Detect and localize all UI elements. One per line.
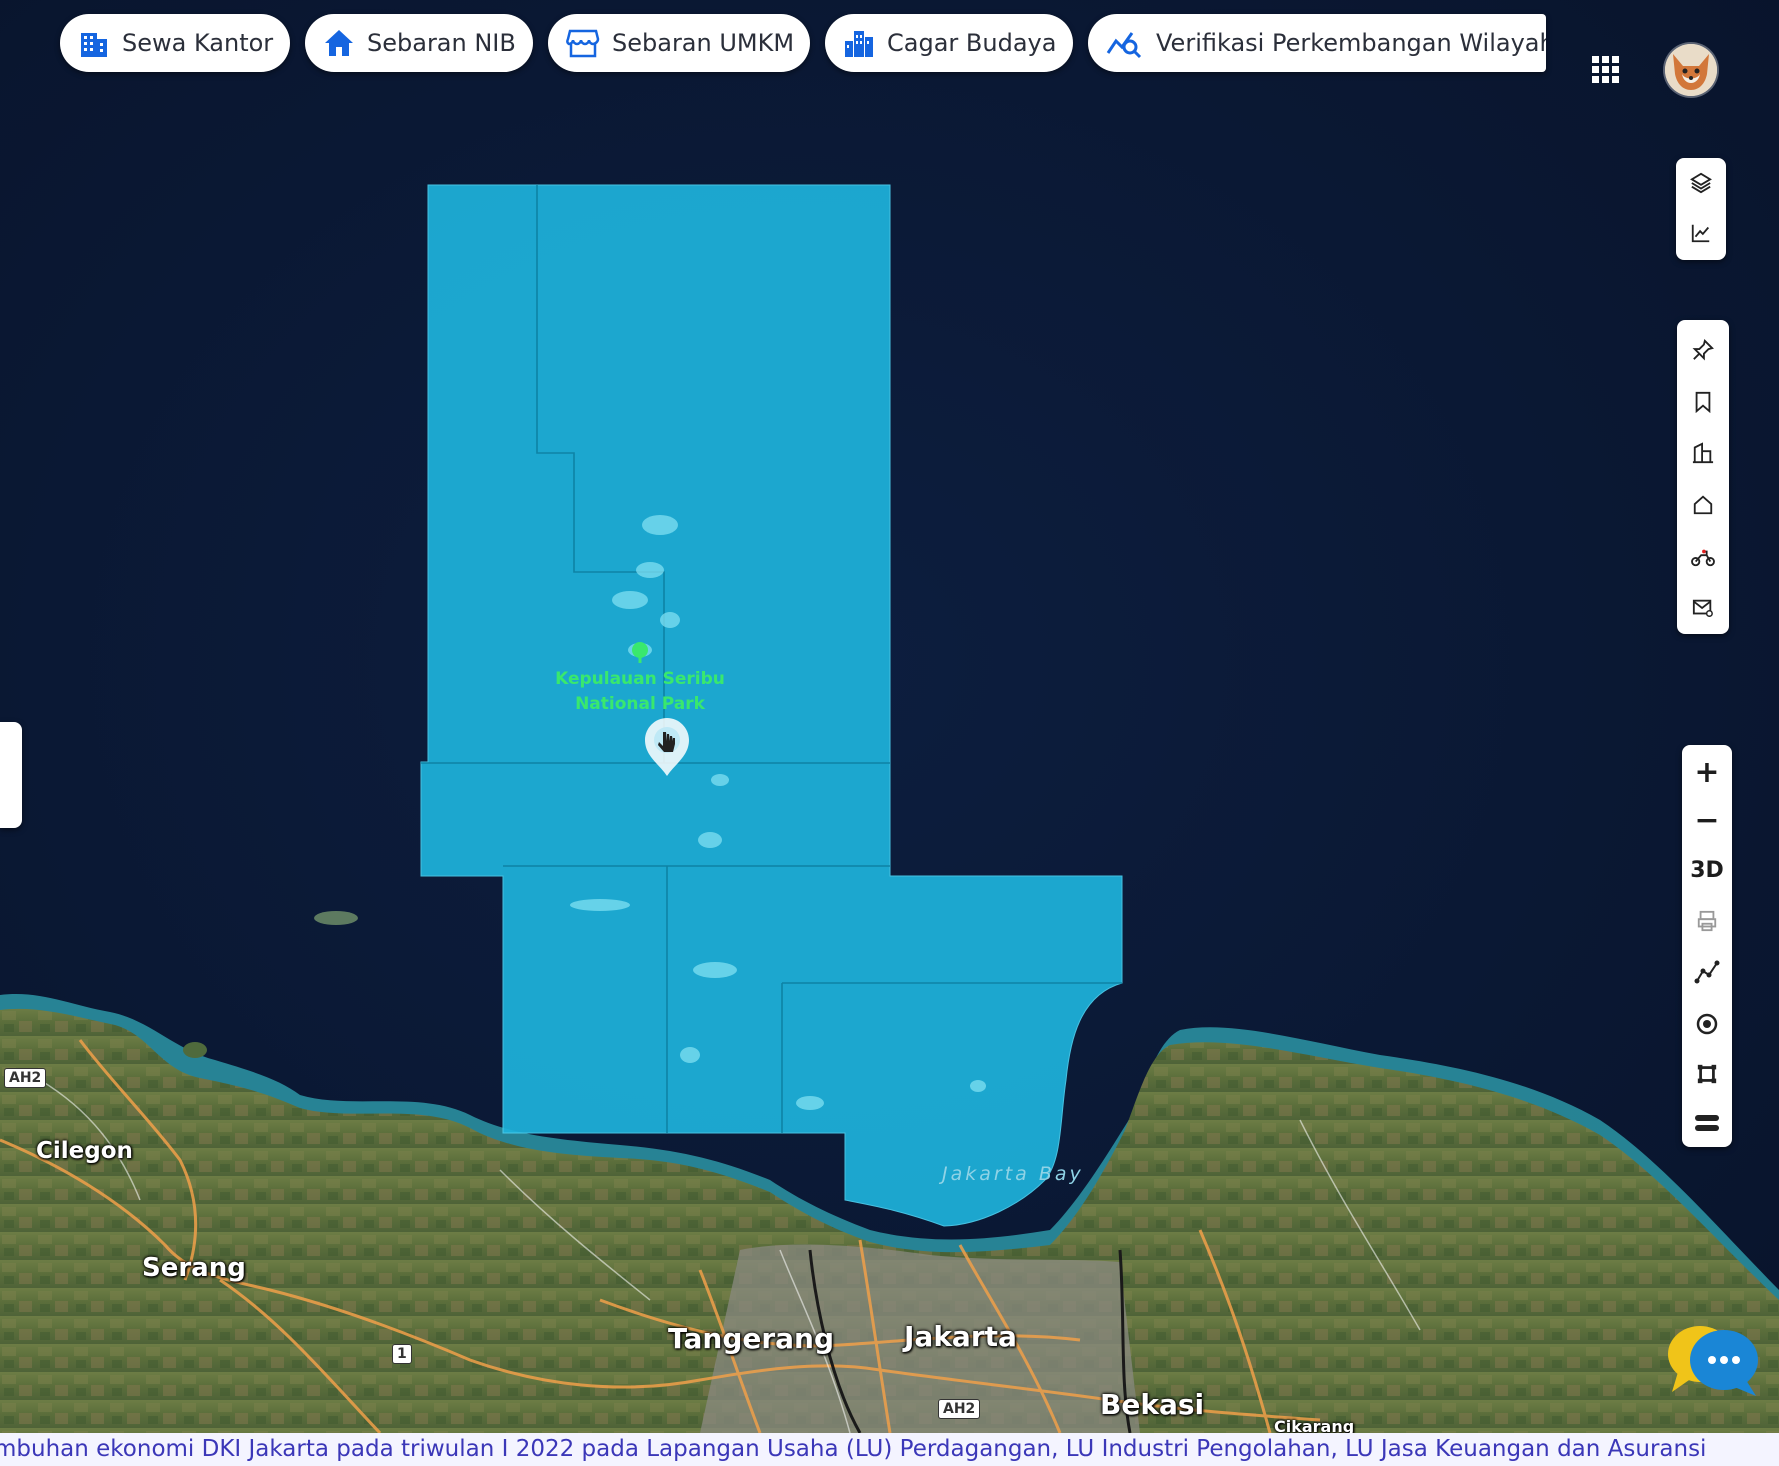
- bookmark-button[interactable]: [1678, 376, 1728, 428]
- print-icon: [1697, 911, 1717, 932]
- motorbike-button[interactable]: [1678, 531, 1728, 583]
- mail-settings-icon: [1692, 599, 1713, 618]
- city-label-bekasi: Bekasi: [1100, 1388, 1205, 1421]
- bookmark-icon: [1695, 391, 1711, 413]
- chat-icon[interactable]: [1666, 1320, 1764, 1398]
- chip-label: Sewa Kantor: [122, 29, 274, 57]
- route-icon: [1694, 960, 1720, 984]
- city-label-tangerang: Tangerang: [668, 1322, 835, 1355]
- highway-shield: 1: [392, 1344, 412, 1364]
- city-label-cilegon: Cilegon: [36, 1138, 133, 1164]
- motorbike-icon: [1691, 549, 1715, 566]
- chip-sebaran-nib[interactable]: Sebaran NIB: [305, 14, 533, 72]
- chip-label: Sebaran UMKM: [612, 29, 795, 57]
- highway-shield: AH2: [938, 1399, 981, 1419]
- storefront-icon: [566, 29, 600, 58]
- stack-button[interactable]: [1682, 1099, 1732, 1147]
- pin-button[interactable]: [1678, 324, 1728, 376]
- layers-button[interactable]: [1676, 158, 1726, 208]
- zoom-in-button[interactable]: +: [1682, 749, 1732, 797]
- layers-icon: [1690, 172, 1712, 194]
- park-label: Kepulauan Seribu National Park: [555, 669, 725, 714]
- city-label-serang: Serang: [142, 1253, 246, 1283]
- map-canvas[interactable]: [0, 0, 1779, 1466]
- chip-verifikasi-perkembangan-wilayah[interactable]: Verifikasi Perkembangan Wilayah: [1088, 14, 1546, 72]
- city-buildings-icon: [845, 31, 873, 57]
- news-ticker: mbuhan ekonomi DKI Jakarta pada triwulan…: [0, 1433, 1779, 1466]
- bay-label: Jakarta Bay: [942, 1163, 1084, 1185]
- highway-shield: AH2: [4, 1068, 47, 1088]
- home-outline-icon: [1693, 495, 1713, 515]
- crop-area-button[interactable]: [1682, 1049, 1732, 1099]
- chart-search-icon: [1106, 32, 1142, 59]
- city-label-jakarta: Jakarta: [904, 1320, 1017, 1353]
- line-chart-icon: [1691, 224, 1710, 243]
- avatar[interactable]: [1665, 44, 1717, 96]
- toolbar-layers: [1676, 158, 1726, 260]
- pin-icon: [1692, 338, 1714, 361]
- stack-icon: [1695, 1115, 1719, 1132]
- chip-sebaran-umkm[interactable]: Sebaran UMKM: [548, 14, 810, 72]
- toolbar-map-controls: + − 3D: [1682, 745, 1732, 1147]
- grid-apps-icon[interactable]: [1592, 56, 1620, 84]
- home-icon: [325, 30, 353, 56]
- chip-label: Sebaran NIB: [367, 29, 516, 57]
- buildings-button[interactable]: [1678, 427, 1728, 479]
- chart-button[interactable]: [1676, 208, 1726, 258]
- locate-button[interactable]: [1682, 998, 1732, 1050]
- route-measure-button[interactable]: [1682, 946, 1732, 998]
- mail-settings-button[interactable]: [1678, 582, 1728, 634]
- ticker-text: mbuhan ekonomi DKI Jakarta pada triwulan…: [0, 1436, 1707, 1462]
- chip-label: Verifikasi Perkembangan Wilayah: [1156, 29, 1546, 57]
- locate-icon: [1696, 1013, 1718, 1034]
- zoom-out-button[interactable]: −: [1682, 797, 1732, 845]
- 3d-toggle-button[interactable]: 3D: [1682, 845, 1732, 897]
- crop-icon: [1697, 1065, 1717, 1084]
- print-button[interactable]: [1682, 896, 1732, 946]
- side-panel-toggle[interactable]: [0, 722, 22, 828]
- toolbar-tools: [1677, 320, 1729, 634]
- buildings-icon: [1692, 442, 1714, 464]
- island: [314, 911, 358, 925]
- chip-cagar-budaya[interactable]: Cagar Budaya: [825, 14, 1073, 72]
- chip-sewa-kantor[interactable]: Sewa Kantor: [60, 14, 290, 72]
- office-building-icon: [81, 33, 107, 57]
- fox-avatar-icon: [1665, 44, 1717, 96]
- home-button[interactable]: [1678, 479, 1728, 531]
- chip-label: Cagar Budaya: [887, 29, 1057, 57]
